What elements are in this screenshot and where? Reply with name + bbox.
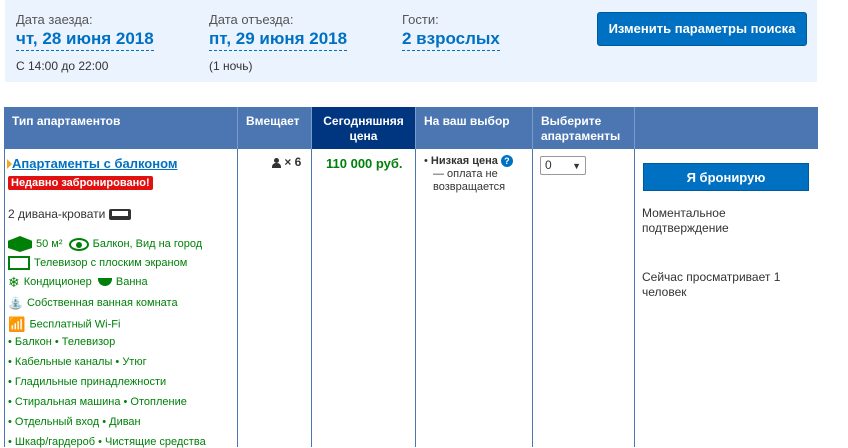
recently-booked-badge: Недавно забронировано! bbox=[8, 176, 153, 190]
help-icon[interactable]: ? bbox=[500, 155, 513, 167]
facility-wifi: 📶 Бесплатный Wi-Fi bbox=[8, 316, 120, 333]
change-search-button[interactable]: Изменить параметры поиска bbox=[597, 12, 807, 46]
column-divider bbox=[311, 149, 312, 447]
column-divider bbox=[415, 149, 416, 447]
wifi-icon: 📶 bbox=[8, 316, 26, 332]
chevron-down-icon: ▼ bbox=[572, 161, 581, 171]
checkin-date-link[interactable]: чт, 28 июня 2018 bbox=[16, 30, 154, 51]
facility-list-item: • Гладильные принадлежности bbox=[8, 376, 167, 388]
column-divider bbox=[237, 149, 238, 447]
facility-size-text: 50 м² bbox=[36, 237, 63, 250]
max-guests: × 6 bbox=[272, 155, 301, 169]
facility-list-item: • Кабельные каналы • Утюг bbox=[8, 356, 147, 368]
facility-private-bath: ⛲ Собственная ванная комната bbox=[8, 296, 178, 310]
facility-list-item: • Отдельный вход • Диван bbox=[8, 416, 141, 428]
person-icon bbox=[272, 157, 281, 168]
price-choice: • Низкая цена ? — оплата не возвращается bbox=[424, 155, 529, 194]
checkin-block: Дата заезда: чт, 28 июня 2018 С 14:00 до… bbox=[16, 12, 154, 73]
facility-ac: ❄ Кондиционер Ванна bbox=[8, 274, 148, 291]
facility-size: 50 м² Балкон, Вид на город bbox=[8, 236, 202, 252]
room-quantity-select[interactable]: 0 ▼ bbox=[540, 156, 586, 175]
bed-info: 2 дивана-кровати bbox=[8, 207, 132, 221]
bed-info-text: 2 дивана-кровати bbox=[8, 207, 106, 221]
choice-title: Низкая цена bbox=[430, 155, 498, 167]
max-guests-count: × 6 bbox=[284, 155, 302, 169]
facility-tv: Телевизор с плоским экраном bbox=[8, 256, 187, 270]
sofa-bed-icon bbox=[109, 209, 132, 221]
checkin-label: Дата заезда: bbox=[16, 12, 93, 27]
tv-icon bbox=[8, 256, 30, 270]
guests-label: Гости: bbox=[402, 12, 439, 27]
bathtub-icon bbox=[97, 278, 112, 287]
facility-bath-text: Ванна bbox=[115, 276, 148, 288]
instant-confirmation: Моментальное подтверждение bbox=[642, 206, 729, 235]
column-divider bbox=[4, 149, 5, 447]
facility-wifi-text: Бесплатный Wi-Fi bbox=[29, 318, 121, 331]
header-your-choice: На ваш выбор bbox=[416, 107, 533, 149]
guests-link[interactable]: 2 взрослых bbox=[402, 30, 500, 51]
nights-count: (1 ночь) bbox=[209, 59, 253, 73]
facility-view-text: Балкон, Вид на город bbox=[92, 237, 203, 250]
room-size-icon bbox=[8, 236, 32, 252]
guests-block: Гости: 2 взрослых bbox=[402, 12, 500, 51]
snowflake-icon: ❄ bbox=[8, 274, 20, 291]
search-summary: Дата заезда: чт, 28 июня 2018 С 14:00 до… bbox=[5, 0, 817, 82]
facility-list-item: • Стиральная машина • Отопление bbox=[8, 396, 187, 408]
header-capacity: Вмещает bbox=[238, 107, 312, 149]
checkout-block: Дата отъезда: пт, 29 июня 2018 (1 ночь) bbox=[209, 12, 348, 73]
header-room-type: Тип апартаментов bbox=[4, 107, 238, 149]
room-quantity-value: 0 bbox=[545, 158, 552, 172]
view-eye-icon bbox=[68, 237, 89, 251]
column-divider bbox=[634, 149, 635, 447]
book-button[interactable]: Я бронирую bbox=[643, 163, 809, 191]
header-book bbox=[635, 107, 818, 149]
facility-list-item: • Шкаф/гардероб • Чистящие средства bbox=[8, 436, 206, 448]
column-divider bbox=[532, 149, 533, 447]
facility-ac-text: Кондиционер bbox=[23, 276, 92, 288]
table-header: Тип апартаментов Вмещает Сегодняшняя цен… bbox=[4, 107, 818, 149]
checkout-date-link[interactable]: пт, 29 июня 2018 bbox=[209, 30, 348, 51]
facility-private-bath-text: Собственная ванная комната bbox=[26, 296, 178, 309]
checkout-label: Дата отъезда: bbox=[209, 12, 294, 27]
room-price: 110 000 руб. bbox=[326, 156, 403, 171]
header-select-rooms: Выберите апартаменты bbox=[533, 107, 635, 149]
room-name-link[interactable]: Апартаменты с балконом bbox=[12, 156, 178, 171]
checkin-time: С 14:00 до 22:00 bbox=[16, 59, 109, 73]
choice-description: — оплата не возвращается bbox=[433, 168, 506, 193]
facility-tv-text: Телевизор с плоским экраном bbox=[34, 256, 188, 269]
viewing-now: Сейчас просматривает 1 человек bbox=[642, 270, 781, 299]
shower-icon: ⛲ bbox=[8, 296, 23, 310]
facility-list-item: • Балкон • Телевизор bbox=[8, 336, 116, 348]
header-today-price: Сегодняшняя цена bbox=[312, 107, 416, 149]
